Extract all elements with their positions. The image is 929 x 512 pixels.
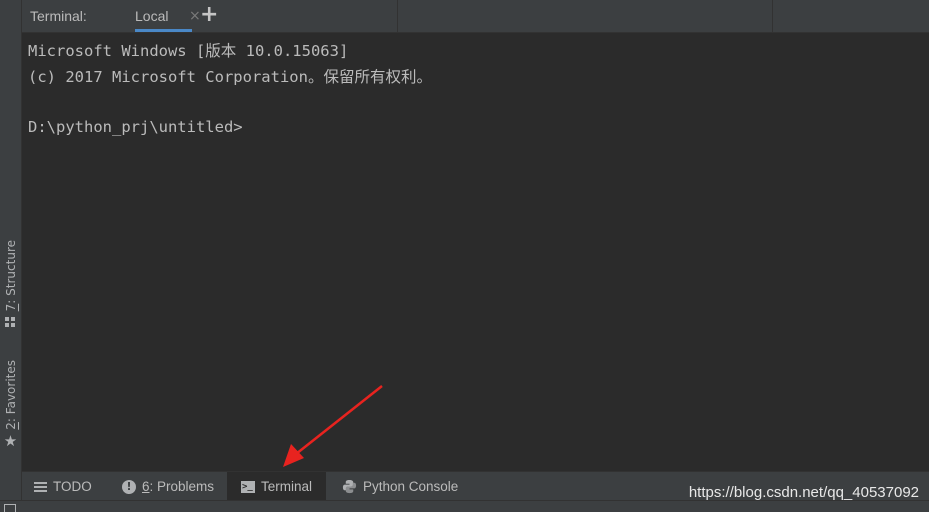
- favorites-tool-button[interactable]: 2: Favorites ★: [0, 360, 21, 449]
- new-tab-plus-icon[interactable]: +: [200, 2, 218, 27]
- left-tool-stripe: 7: Structure 2: Favorites ★: [0, 0, 22, 500]
- terminal-prompt: D:\python_prj\untitled>: [28, 118, 243, 136]
- favorites-label: 2: Favorites: [3, 360, 18, 430]
- terminal-output[interactable]: Microsoft Windows [版本 10.0.15063] (c) 20…: [22, 34, 929, 471]
- problems-label: 6: Problems: [142, 479, 215, 494]
- terminal-label: Terminal: [261, 479, 313, 494]
- terminal-line: (c) 2017 Microsoft Corporation。保留所有权利。: [28, 68, 432, 86]
- todo-label: TODO: [53, 479, 92, 494]
- structure-label: 7: Structure: [3, 240, 18, 312]
- terminal-line: Microsoft Windows [版本 10.0.15063]: [28, 42, 349, 60]
- close-tab-icon[interactable]: ×: [189, 8, 201, 24]
- tabbar-divider: [397, 0, 398, 32]
- tab-local-label: Local: [135, 8, 169, 24]
- terminal-tab-bar: Terminal: Local × +: [22, 0, 929, 33]
- python-console-label: Python Console: [363, 479, 459, 494]
- python-console-tool-button[interactable]: Python Console: [338, 472, 458, 501]
- terminal-tool-button[interactable]: >_ Terminal: [227, 472, 327, 501]
- active-tab-indicator: [135, 29, 192, 32]
- structure-tool-button[interactable]: 7: Structure: [0, 240, 21, 328]
- watermark-url: https://blog.csdn.net/qq_40537092: [688, 484, 919, 501]
- todo-tool-button[interactable]: TODO: [30, 472, 92, 501]
- status-bar: [0, 500, 929, 512]
- toggle-tool-windows-icon[interactable]: [4, 504, 16, 512]
- star-icon: ★: [3, 431, 18, 450]
- python-icon: [342, 479, 357, 494]
- structure-icon: [5, 317, 16, 328]
- warning-icon: !: [122, 479, 136, 494]
- problems-tool-button[interactable]: ! 6: Problems: [118, 472, 214, 501]
- terminal-title: Terminal:: [30, 8, 87, 24]
- tabbar-divider: [772, 0, 773, 32]
- tab-local[interactable]: Local: [135, 0, 192, 33]
- list-icon: [34, 481, 47, 492]
- terminal-icon: >_: [241, 480, 255, 493]
